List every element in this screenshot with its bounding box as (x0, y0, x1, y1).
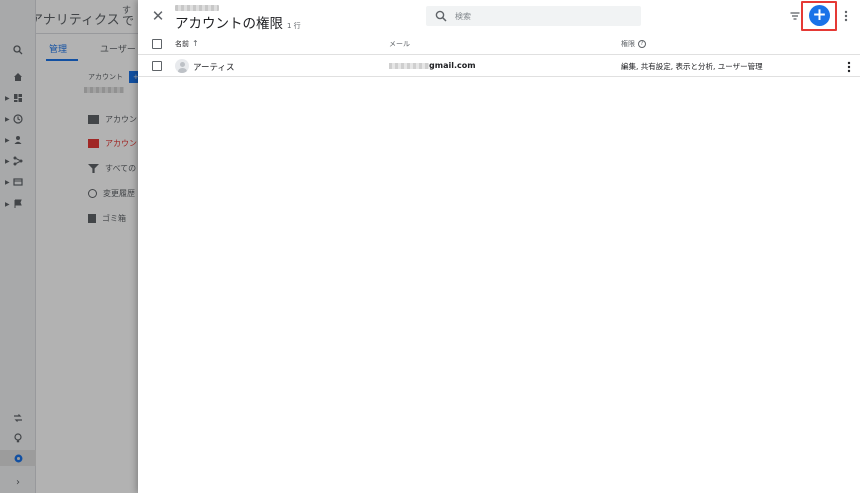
page-title: アカウントの権限 1 行 (175, 16, 301, 32)
row-count: 1 行 (287, 22, 301, 30)
column-header-name[interactable]: 名前 ↑ (175, 39, 199, 49)
more-vert-icon[interactable] (843, 9, 849, 23)
plus-icon: + (812, 5, 827, 25)
add-user-button[interactable]: + (809, 5, 830, 26)
search-icon (435, 10, 447, 22)
account-permissions-panel: ✕ アカウントの権限1 行 + 名前↑ メール 権限? アーテ (138, 0, 860, 493)
more-vert-icon[interactable] (846, 60, 852, 74)
user-email: gmail.com (429, 61, 476, 70)
avatar (175, 59, 189, 73)
column-header-permissions: 権限? (621, 39, 646, 49)
filter-icon[interactable] (789, 10, 801, 22)
column-header-email: メール (389, 40, 410, 48)
table-header: 名前 ↑ メール 権限? (138, 34, 860, 55)
user-permissions: 編集, 共有設定, 表示と分析, ユーザー管理 (621, 62, 763, 71)
search-box[interactable] (426, 6, 641, 26)
sort-arrow-up-icon: ↑ (192, 39, 199, 48)
account-name-blur (175, 5, 219, 11)
select-all-checkbox[interactable] (152, 39, 162, 49)
close-icon[interactable]: ✕ (150, 8, 166, 24)
email-blur (389, 63, 429, 69)
help-icon[interactable]: ? (638, 40, 646, 48)
search-input[interactable] (453, 10, 633, 22)
table-row[interactable]: アーティス gmail.com 編集, 共有設定, 表示と分析, ユーザー管理 (138, 56, 860, 77)
user-name: アーティス (193, 63, 235, 73)
row-checkbox[interactable] (152, 61, 162, 71)
